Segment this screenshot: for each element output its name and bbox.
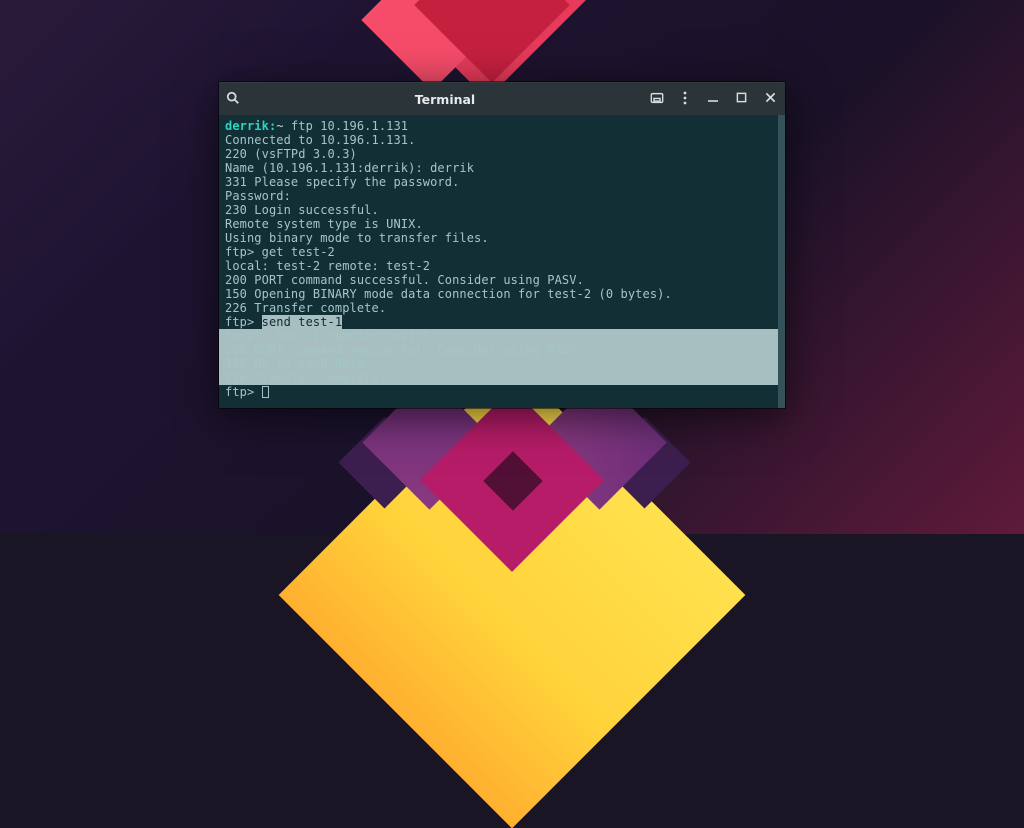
terminal-window: Terminal derrik:~ ftp 10.196.1.131 Conne… — [219, 82, 785, 408]
terminal-body[interactable]: derrik:~ ftp 10.196.1.131 Connected to 1… — [219, 115, 785, 408]
shell-command: ftp 10.196.1.131 — [291, 119, 408, 133]
minimize-icon[interactable] — [699, 92, 727, 107]
close-icon[interactable] — [755, 92, 785, 106]
terminal-line: Name (10.196.1.131:derrik): derrik — [225, 161, 785, 175]
cursor — [262, 386, 269, 398]
terminal-line: ftp> — [225, 385, 785, 399]
titlebar[interactable]: Terminal — [219, 83, 785, 115]
terminal-line: derrik:~ ftp 10.196.1.131 — [225, 119, 785, 133]
terminal-line: 226 Transfer complete. — [225, 301, 785, 315]
ftp-prompt: ftp> — [225, 385, 262, 399]
terminal-line: 220 (vsFTPd 3.0.3) — [225, 147, 785, 161]
scrollbar[interactable] — [778, 115, 785, 408]
terminal-line: 200 PORT command successful. Consider us… — [225, 273, 785, 287]
terminal-line: Password: — [225, 189, 785, 203]
maximize-icon[interactable] — [727, 92, 755, 106]
selected-text: send test-1 — [262, 315, 343, 329]
selected-text: 226 Transfer complete. — [219, 371, 785, 385]
terminal-line: ftp> get test-2 — [225, 245, 785, 259]
new-terminal-icon[interactable] — [643, 91, 671, 108]
terminal-line: Using binary mode to transfer files. — [225, 231, 785, 245]
terminal-line: 230 Login successful. — [225, 203, 785, 217]
terminal-line: Remote system type is UNIX. — [225, 217, 785, 231]
selected-text: 150 Ok to send data. — [219, 357, 785, 371]
selected-text: local: test-1 remote: test-1 — [219, 329, 785, 343]
ftp-prompt: ftp> — [225, 315, 262, 329]
terminal-line: ftp> send test-1 — [225, 315, 785, 329]
search-icon[interactable] — [219, 91, 247, 108]
selected-text: 200 PORT command successful. Consider us… — [219, 343, 785, 357]
terminal-line: local: test-2 remote: test-2 — [225, 259, 785, 273]
menu-icon[interactable] — [671, 91, 699, 108]
ftp-command: get test-2 — [262, 245, 335, 259]
shell-prompt: derrik: — [225, 119, 276, 133]
ftp-prompt: ftp> — [225, 245, 262, 259]
window-title: Terminal — [415, 92, 475, 107]
terminal-line: Connected to 10.196.1.131. — [225, 133, 785, 147]
terminal-line: 150 Opening BINARY mode data connection … — [225, 287, 785, 301]
terminal-line: 331 Please specify the password. — [225, 175, 785, 189]
